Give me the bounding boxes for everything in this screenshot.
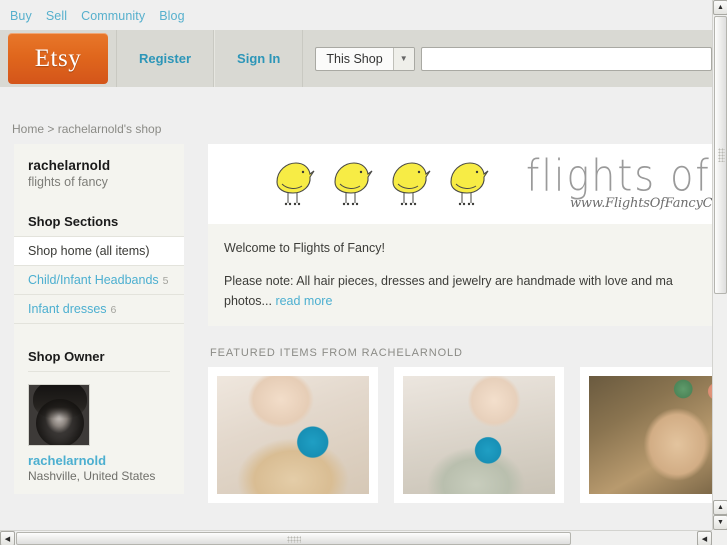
listing-card[interactable] (394, 367, 564, 503)
triangle-up-icon[interactable]: ▲ (713, 0, 727, 15)
listing-photo[interactable] (589, 376, 712, 494)
shop-sections-heading: Shop Sections (28, 214, 119, 229)
shop-name: rachelarnold (28, 158, 111, 173)
browser-viewport: Buy Sell Community Blog Etsy Register Sign … (0, 0, 727, 545)
scrollbar-grip (718, 148, 725, 162)
listing-card[interactable] (580, 367, 712, 503)
banner-url: www.FlightsOfFancyCra (570, 196, 712, 211)
shop-banner: flights of f www.FlightsOfFancyCra (208, 144, 712, 224)
banner-birds (270, 157, 489, 209)
banner-title: flights of f (526, 150, 712, 201)
nav-link-sell[interactable]: Sell (46, 9, 67, 23)
search-scope-label: This Shop (326, 51, 383, 66)
bird-icon (328, 157, 373, 209)
listing-photo[interactable] (217, 376, 369, 494)
announcement-truncation: photos... (224, 294, 272, 308)
featured-items-heading: FEATURED ITEMS FROM RACHELARNOLD (210, 347, 463, 359)
breadcrumb: Home > rachelarnold's shop (0, 87, 712, 144)
sidebar-item-count: 5 (162, 275, 169, 287)
featured-items-row (208, 367, 712, 503)
shop-owner-heading: Shop Owner (28, 349, 105, 364)
shop-identity: rachelarnold flights of fancy (14, 158, 184, 189)
search-scope-select[interactable]: This Shop ▼ (315, 46, 415, 71)
triangle-left-icon[interactable]: ◀ (697, 531, 712, 545)
sidebar-item-shop-home[interactable]: Shop home (all items) (14, 236, 184, 265)
owner-name-link[interactable]: rachelarnold (28, 453, 106, 468)
shop-tagline: flights of fancy (28, 175, 108, 189)
utility-nav: Buy Sell Community Blog (0, 0, 712, 30)
nav-link-buy[interactable]: Buy (10, 9, 32, 23)
triangle-up-icon[interactable]: ▲ (713, 500, 727, 515)
sidebar-item-label: Shop home (all items) (28, 244, 150, 258)
bird-icon (444, 157, 489, 209)
read-more-link[interactable]: read more (275, 294, 332, 308)
owner-name: rachelarnold (14, 453, 184, 468)
register-button[interactable]: Register (116, 30, 215, 87)
sidebar-item-label[interactable]: Infant dresses (28, 302, 107, 316)
breadcrumb-home[interactable]: Home (12, 122, 44, 136)
owner-location: Nashville, United States (28, 469, 156, 483)
page-content: Buy Sell Community Blog Etsy Register Sign … (0, 0, 712, 530)
bird-icon (270, 157, 315, 209)
search-input[interactable] (420, 46, 712, 71)
etsy-logo[interactable]: Etsy (8, 33, 108, 84)
announcement-line-1: Welcome to Flights of Fancy! (224, 241, 385, 255)
sidebar-item-label[interactable]: Child/Infant Headbands (28, 273, 159, 287)
scrollbar-grip (286, 536, 301, 543)
vertical-scrollbar-thumb[interactable] (714, 16, 727, 294)
sidebar-item-dresses[interactable]: Infant dresses 6 (14, 294, 184, 324)
listing-card[interactable] (208, 367, 378, 503)
announcement-line-2: Please note: All hair pieces, dresses an… (224, 274, 673, 288)
shop-sections-list: Shop home (all items) Child/Infant Headb… (14, 236, 184, 324)
nav-link-blog[interactable]: Blog (159, 9, 184, 23)
site-header: Etsy Register Sign In This Shop ▼ (0, 30, 712, 87)
content-columns: rachelarnold flights of fancy Shop Secti… (0, 144, 712, 503)
search-area: This Shop ▼ (303, 30, 712, 87)
nav-link-community[interactable]: Community (81, 9, 145, 23)
bird-icon (386, 157, 431, 209)
triangle-down-icon[interactable]: ▼ (713, 515, 727, 530)
announcement-gap (224, 258, 696, 271)
avatar[interactable] (28, 384, 90, 446)
listing-photo[interactable] (403, 376, 555, 494)
breadcrumb-current: rachelarnold's shop (57, 122, 162, 136)
sidebar-item-headbands[interactable]: Child/Infant Headbands 5 (14, 265, 184, 294)
scrollbar-corner (712, 530, 727, 545)
shop-main: flights of f www.FlightsOfFancyCra Welco… (208, 144, 712, 503)
horizontal-scrollbar[interactable]: ◀ ◀ ▶ (0, 530, 727, 545)
triangle-left-icon[interactable]: ◀ (0, 531, 15, 545)
shop-sidebar: rachelarnold flights of fancy Shop Secti… (14, 144, 184, 494)
sidebar-item-count: 6 (110, 304, 117, 316)
owner-divider (28, 371, 170, 372)
horizontal-scrollbar-thumb[interactable] (16, 532, 571, 545)
breadcrumb-separator: > (47, 122, 55, 136)
shop-announcement: Welcome to Flights of Fancy! Please note… (208, 224, 712, 326)
chevron-down-icon[interactable]: ▼ (392, 47, 414, 70)
vertical-scrollbar[interactable]: ▲ ▲ ▼ (712, 0, 727, 530)
announcement-line-3: photos... read more (224, 291, 696, 311)
signin-button[interactable]: Sign In (214, 30, 304, 87)
